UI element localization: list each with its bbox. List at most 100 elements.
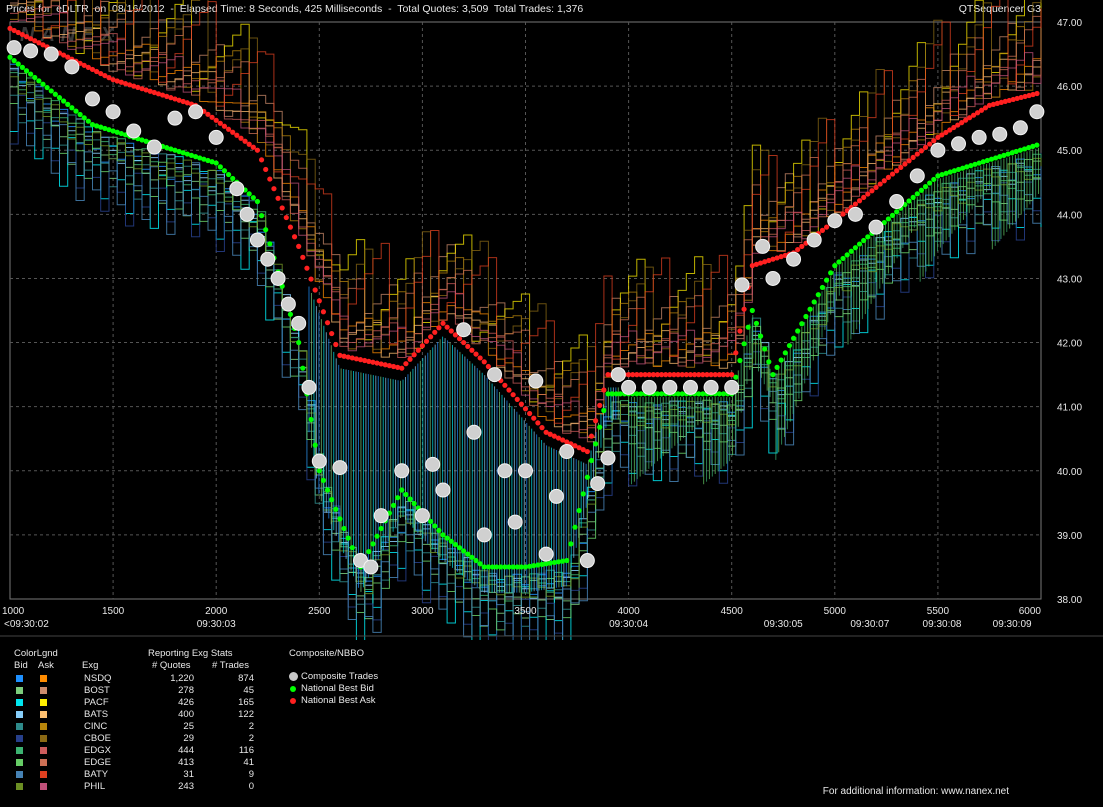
composite-trade-point <box>414 508 430 524</box>
national-best-bid-point <box>399 487 405 493</box>
national-best-bid-point <box>308 416 314 423</box>
y-tick-label: 40.00 <box>1057 467 1082 478</box>
national-best-bid-point <box>568 541 574 547</box>
national-best-bid-point <box>452 541 458 548</box>
x-tick-label: 3500 <box>514 606 537 617</box>
national-best-bid-point <box>852 245 859 251</box>
national-best-ask-point <box>799 243 805 249</box>
composite-trade-point <box>847 206 863 222</box>
national-best-ask-point <box>399 365 405 371</box>
exchange-trades: 2 <box>248 721 254 732</box>
national-best-bid-point <box>320 477 327 483</box>
national-best-bid-point <box>246 191 252 197</box>
time-label: 09:30:09 <box>993 619 1032 630</box>
x-tick-label: 2000 <box>205 606 228 617</box>
exchange-name: CINC <box>84 721 108 732</box>
exchange-trades: 122 <box>238 709 254 720</box>
national-best-bid-point <box>77 111 83 118</box>
national-best-bid-point <box>436 527 442 534</box>
composite-trade-point <box>311 453 327 469</box>
exchange-trades: 116 <box>238 745 254 756</box>
x-tick-label: 5000 <box>824 606 847 617</box>
composite-trade-point <box>229 181 245 197</box>
national-best-ask-point <box>258 157 265 163</box>
national-best-ask-point <box>477 355 483 361</box>
national-best-ask-point <box>275 195 281 201</box>
national-best-bid-point <box>444 535 450 541</box>
national-best-ask-point <box>312 287 318 293</box>
national-best-bid-point <box>918 187 925 193</box>
composite-trade-point <box>105 104 121 120</box>
exchange-trades: 9 <box>248 769 254 780</box>
national-best-ask-point <box>283 214 289 221</box>
national-best-bid-point <box>593 441 599 447</box>
national-best-ask-point <box>902 161 908 167</box>
national-best-ask-point <box>448 328 454 334</box>
exchange-name: CBOE <box>84 733 111 744</box>
national-best-bid-point <box>73 108 79 114</box>
national-best-bid-point <box>823 277 830 283</box>
national-best-bid-point <box>23 68 30 74</box>
national-best-ask-point <box>881 178 887 184</box>
exchange-name: NSDQ <box>84 673 112 684</box>
national-best-bid-point <box>762 346 768 352</box>
national-best-ask-point <box>436 325 442 331</box>
legend-header-trades: # Trades <box>212 660 249 671</box>
y-tick-label: 47.00 <box>1057 18 1082 29</box>
national-best-ask-point <box>914 151 920 157</box>
national-best-ask-point <box>271 186 277 192</box>
national-best-ask-point <box>922 144 929 151</box>
national-best-ask-point <box>894 168 900 174</box>
national-best-ask-point <box>518 401 524 407</box>
time-label: 09:30:04 <box>609 619 648 630</box>
national-best-bid-point <box>411 500 417 507</box>
y-tick-label: 46.00 <box>1057 82 1082 93</box>
national-best-bid-point <box>766 359 772 365</box>
national-best-bid-point <box>927 180 933 186</box>
national-best-bid-point <box>906 198 912 204</box>
national-best-ask-point <box>403 361 409 367</box>
national-best-ask-point <box>898 164 904 171</box>
national-best-ask-point <box>601 387 607 393</box>
national-best-ask-point <box>469 347 475 353</box>
national-best-bid-point <box>757 333 764 339</box>
national-best-bid-point <box>213 160 219 166</box>
composite-trade-point <box>930 142 946 158</box>
legend-panel: ColorLgnd Bid Ask Exg Reporting Exg Stat… <box>8 640 1096 800</box>
national-best-bid-point <box>378 525 384 532</box>
national-best-ask-point <box>852 201 859 207</box>
composite-trade-point <box>734 277 750 293</box>
national-best-ask-point <box>588 433 595 439</box>
bid-color-swatch <box>16 711 23 718</box>
y-tick-label: 42.00 <box>1057 339 1082 350</box>
composite-legend-label: Composite Trades <box>301 671 379 682</box>
national-best-ask-point <box>889 171 896 177</box>
exchange-name: EDGX <box>84 745 111 756</box>
ask-color-swatch <box>40 735 47 742</box>
national-best-ask-point <box>279 205 285 211</box>
national-best-bid-point <box>11 58 17 64</box>
composite-trade-point <box>621 379 637 395</box>
national-best-bid-point <box>473 557 479 564</box>
bid-color-swatch <box>16 687 23 694</box>
national-best-ask-point <box>506 387 512 393</box>
composite-trade-point <box>518 463 533 479</box>
national-best-ask-point <box>502 382 508 388</box>
national-best-ask-point <box>267 176 273 182</box>
x-tick-label: 3000 <box>411 606 434 617</box>
composite-trade-point <box>951 136 967 152</box>
national-best-bid-point <box>597 424 603 430</box>
national-best-bid-point <box>81 115 87 121</box>
ask-color-swatch <box>40 783 47 790</box>
composite-trade-point <box>806 232 822 248</box>
national-best-bid-point <box>749 307 755 314</box>
composite-trade-point <box>208 129 224 145</box>
composite-trade-point <box>476 527 492 543</box>
exchange-name: BOST <box>84 685 110 696</box>
national-best-ask-point <box>300 254 306 260</box>
composite-trade-point <box>260 251 276 267</box>
composite-trade-point <box>548 488 564 504</box>
y-tick-label: 38.00 <box>1057 595 1082 606</box>
exchange-trades: 2 <box>248 733 254 744</box>
composite-trade-point <box>1029 104 1045 120</box>
